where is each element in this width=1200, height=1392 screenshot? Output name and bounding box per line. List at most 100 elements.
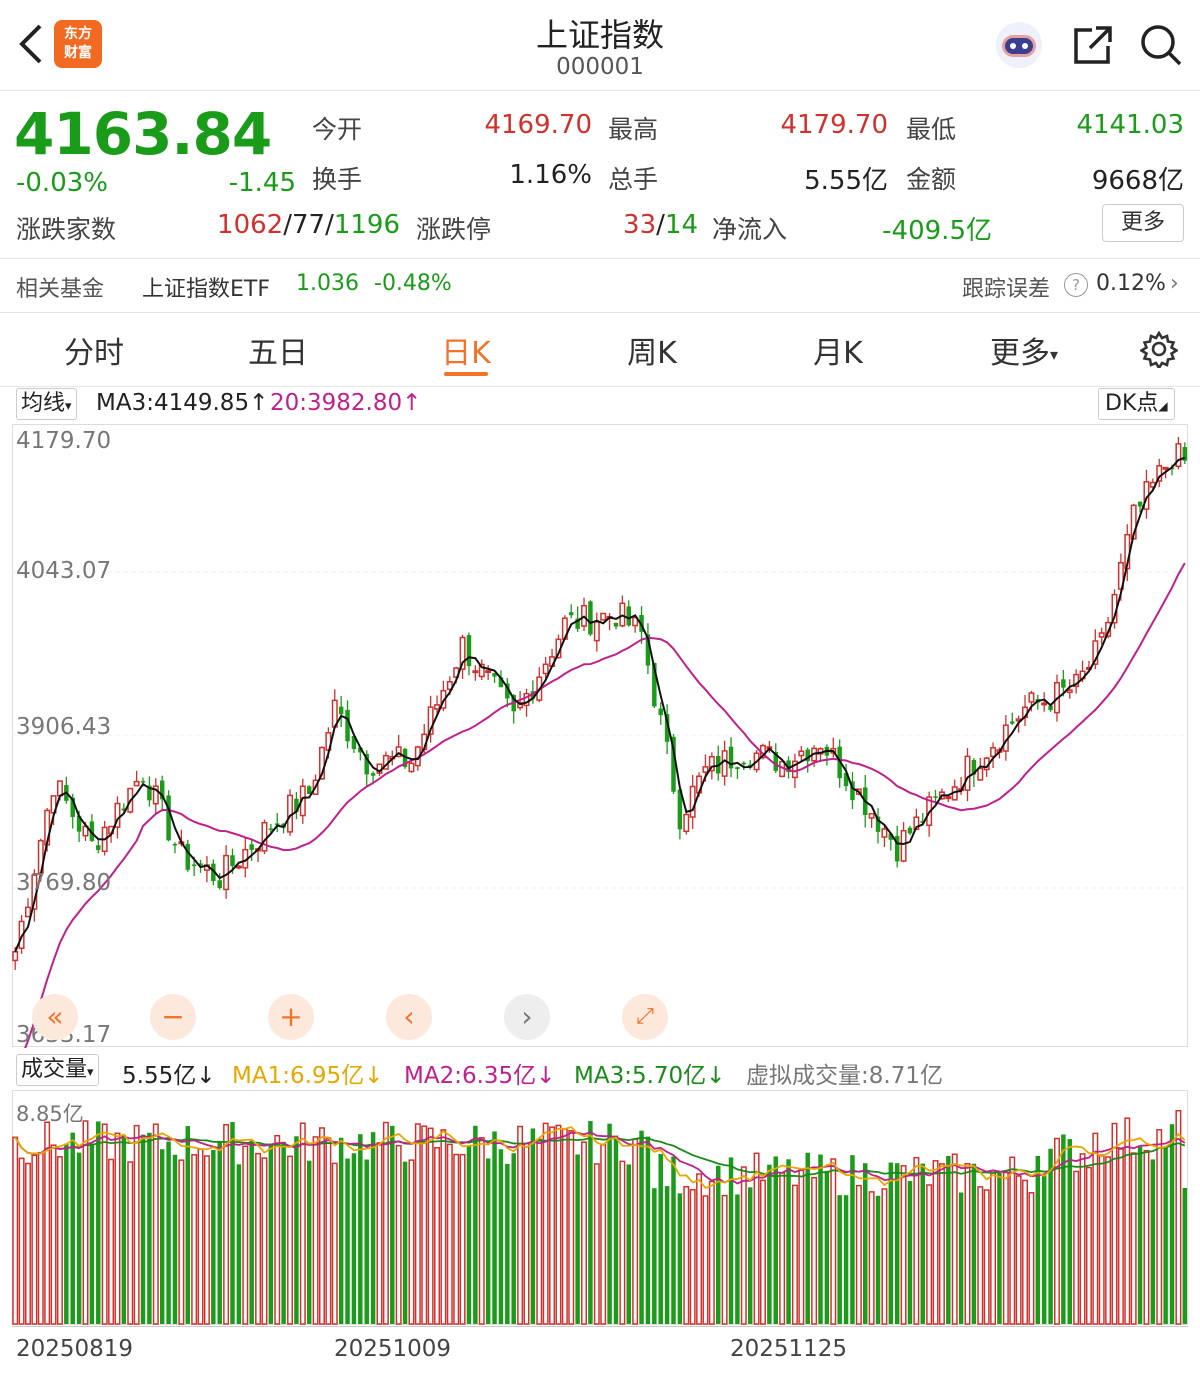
tab-more[interactable]: 更多▾ <box>944 328 1104 372</box>
volume-bar <box>478 1137 485 1325</box>
dk-point-button[interactable]: DK点◢ <box>1098 388 1175 420</box>
volume-bar <box>351 1153 357 1324</box>
volume-bar <box>1028 1192 1035 1325</box>
volume-chart[interactable] <box>12 1090 1188 1326</box>
ma20-legend: 20:3982.80↑ <box>270 390 422 416</box>
fund-name[interactable]: 上证指数ETF <box>142 271 270 303</box>
volume-bar <box>178 1159 185 1325</box>
candle <box>977 767 984 781</box>
volume-bar <box>926 1184 933 1325</box>
candle <box>1137 501 1143 507</box>
volume-bar <box>159 1149 165 1324</box>
volume-bar <box>121 1134 127 1324</box>
volume-bar <box>881 1188 888 1325</box>
ma-select[interactable]: 均线▾ <box>16 388 77 420</box>
tab-five-day[interactable]: 五日 <box>198 328 358 372</box>
y-label-2: 4043.07 <box>16 558 112 584</box>
candle <box>1098 632 1105 638</box>
volume-bar <box>645 1136 651 1324</box>
volume-bar <box>255 1152 262 1325</box>
volume-bar <box>1150 1159 1156 1324</box>
candle <box>933 796 938 798</box>
volume-bar <box>1041 1173 1047 1324</box>
tab-weekly-k[interactable]: 周K <box>572 328 732 372</box>
volume-bar <box>708 1180 715 1325</box>
tab-daily-k[interactable]: 日K <box>386 328 546 372</box>
volume-bar <box>1098 1154 1105 1325</box>
turnover-label: 换手 <box>312 165 363 194</box>
volume-bar <box>37 1151 44 1325</box>
volume-bar <box>888 1162 894 1324</box>
volume-bar <box>721 1194 728 1325</box>
high-label: 最高 <box>608 115 659 144</box>
more-button[interactable]: 更多 <box>1102 204 1184 242</box>
volume-bar <box>702 1195 709 1325</box>
candle <box>600 612 607 621</box>
volume-bar <box>791 1184 798 1325</box>
volume-bar <box>607 1123 612 1324</box>
candle <box>96 845 101 851</box>
volume-bar <box>459 1153 466 1325</box>
volume-bar <box>101 1123 108 1325</box>
candle <box>268 828 274 830</box>
volume-bar <box>1002 1171 1009 1325</box>
x-axis <box>12 1326 1188 1327</box>
indicator-select[interactable]: 成交量▾ <box>16 1054 99 1086</box>
candle <box>345 709 350 742</box>
fullscreen-icon[interactable]: ⤢ <box>622 994 668 1040</box>
candle <box>166 795 171 841</box>
volume-bar <box>779 1172 786 1325</box>
volume-bar <box>1169 1124 1175 1324</box>
candle <box>588 601 593 635</box>
virtual-volume-legend: 虚拟成交量:8.71亿 <box>746 1063 943 1089</box>
volume-bar <box>511 1153 516 1324</box>
volume-bar <box>390 1125 395 1324</box>
volume-bar <box>1143 1149 1150 1325</box>
volume-bar <box>683 1185 690 1325</box>
volume-bar <box>689 1189 696 1325</box>
vol-ma2-legend: MA2:6.35亿↓ <box>404 1063 556 1089</box>
volume-bar <box>376 1142 383 1325</box>
candle <box>24 906 31 918</box>
volume-bar <box>913 1156 920 1325</box>
scroll-left-icon[interactable]: ‹ <box>386 994 432 1040</box>
share-icon[interactable] <box>1070 24 1114 68</box>
volume-bar <box>345 1158 350 1324</box>
tracking-error-label: 跟踪误差 <box>962 277 1051 302</box>
volume-bar <box>677 1193 683 1324</box>
kline-chart[interactable] <box>12 424 1188 1048</box>
candle <box>434 704 441 710</box>
candle <box>1066 689 1073 694</box>
volume-bar <box>473 1125 478 1324</box>
back-icon[interactable] <box>14 22 48 66</box>
volume-bar <box>863 1163 868 1324</box>
candle <box>798 750 805 757</box>
volume-bar <box>191 1154 198 1325</box>
candle <box>1028 692 1035 703</box>
volume-bar <box>536 1138 543 1325</box>
settings-gear-icon[interactable] <box>1138 330 1180 371</box>
volume-bar <box>875 1195 881 1324</box>
volume-bar <box>18 1157 25 1325</box>
volume-bar <box>217 1141 222 1324</box>
zoom-out-icon[interactable]: − <box>150 994 196 1040</box>
corner-arrow-icon: ◢ <box>1158 399 1168 413</box>
robot-assistant-icon[interactable] <box>994 20 1044 70</box>
tab-intraday[interactable]: 分时 <box>14 328 174 372</box>
scroll-right-icon[interactable]: › <box>504 994 550 1040</box>
volume-bar <box>402 1161 408 1324</box>
volume-bar <box>735 1194 740 1324</box>
volume-bar <box>1130 1152 1137 1325</box>
volume-bar <box>932 1160 939 1325</box>
volume-bar <box>773 1156 778 1324</box>
volume-bar <box>977 1186 984 1325</box>
chevron-right-icon[interactable]: › <box>1170 271 1179 296</box>
tab-monthly-k[interactable]: 月K <box>758 328 918 372</box>
scroll-left-fast-icon[interactable]: « <box>32 994 78 1040</box>
breadth-label: 涨跌家数 <box>16 215 117 244</box>
search-icon[interactable] <box>1138 22 1184 68</box>
candle <box>658 708 663 716</box>
fund-change: -0.48% <box>374 271 452 296</box>
help-icon[interactable]: ? <box>1064 273 1088 297</box>
zoom-in-icon[interactable]: + <box>268 994 314 1040</box>
